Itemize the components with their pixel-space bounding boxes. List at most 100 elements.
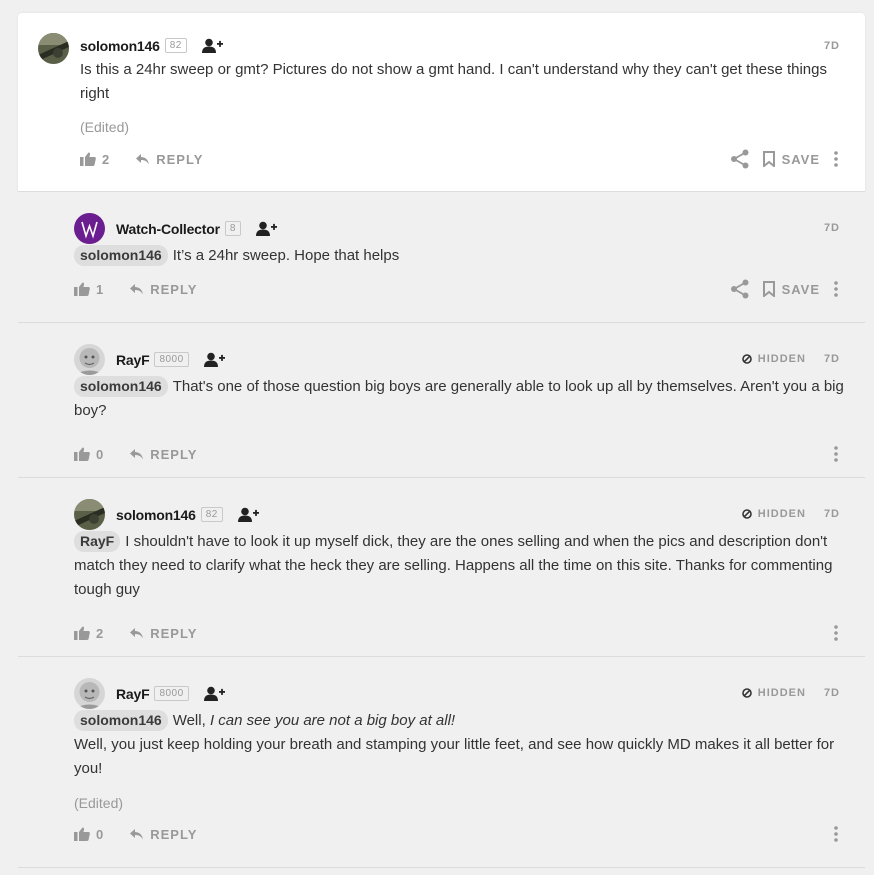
comment-actions: 2 REPLY bbox=[80, 149, 203, 169]
username[interactable]: RayF bbox=[116, 686, 150, 702]
mention-chip[interactable]: solomon146 bbox=[74, 245, 168, 266]
thumbs-up-icon bbox=[80, 152, 96, 166]
mention-chip[interactable]: solomon146 bbox=[74, 710, 168, 731]
hidden-badge: HIDDEN bbox=[741, 687, 806, 699]
comment-meta: HIDDEN 7D bbox=[741, 506, 840, 522]
comment: solomon146 82 7D Is this a 24hr sweep or… bbox=[18, 13, 865, 192]
like-button[interactable]: 1 bbox=[74, 282, 104, 297]
user-score-badge: 8000 bbox=[154, 352, 189, 367]
thumbs-up-icon bbox=[74, 827, 90, 841]
reply-button[interactable]: REPLY bbox=[130, 827, 197, 842]
username[interactable]: RayF bbox=[116, 352, 150, 368]
comment-text-line2: Well, you just keep holding your breath … bbox=[74, 736, 835, 777]
more-vertical-icon[interactable] bbox=[834, 446, 838, 462]
comment-text: I shouldn't have to look it up myself di… bbox=[74, 533, 833, 598]
reply-arrow-icon bbox=[136, 153, 150, 164]
comment-meta: HIDDEN 7D bbox=[741, 351, 840, 367]
username[interactable]: solomon146 bbox=[116, 507, 196, 523]
like-count: 2 bbox=[102, 151, 111, 167]
comment-text-prefix: Well, bbox=[172, 712, 210, 729]
edited-label: (Edited) bbox=[74, 795, 124, 811]
save-label: SAVE bbox=[781, 281, 820, 297]
avatar[interactable] bbox=[74, 499, 105, 530]
comment-actions: 2 REPLY bbox=[74, 623, 197, 643]
comment: solomon146 82 HIDDEN 7D RayF I shouldn't … bbox=[18, 478, 865, 657]
thumbs-up-icon bbox=[74, 626, 90, 640]
like-button[interactable]: 2 bbox=[80, 152, 110, 167]
save-button[interactable]: SAVE bbox=[762, 151, 820, 167]
user-score-badge: 82 bbox=[200, 507, 223, 522]
comment-right-actions bbox=[834, 442, 838, 466]
comment-right-actions: SAVE bbox=[730, 147, 838, 171]
avatar[interactable] bbox=[38, 33, 69, 64]
more-vertical-icon[interactable] bbox=[834, 625, 838, 641]
bookmark-icon bbox=[762, 151, 775, 167]
comment-body: Is this a 24hr sweep or gmt? Pictures do… bbox=[80, 61, 827, 102]
reply-arrow-icon bbox=[130, 828, 144, 839]
avatar[interactable] bbox=[74, 344, 105, 375]
like-button[interactable]: 2 bbox=[74, 626, 104, 641]
thumbs-up-icon bbox=[74, 282, 90, 296]
user-score-badge: 8000 bbox=[154, 686, 189, 701]
reply-arrow-icon bbox=[130, 627, 144, 638]
comment-meta: 7D bbox=[824, 38, 840, 54]
username[interactable]: solomon146 bbox=[80, 38, 160, 54]
comment: Watch-Collector 8 7D solomon146 It’s a 24… bbox=[18, 192, 865, 323]
share-icon[interactable] bbox=[730, 279, 750, 299]
comment-header: Watch-Collector 8 bbox=[116, 213, 279, 244]
more-vertical-icon[interactable] bbox=[834, 281, 838, 297]
comment-body: solomon146 That's one of those question b… bbox=[74, 375, 844, 423]
reply-label: REPLY bbox=[156, 151, 204, 167]
like-button[interactable]: 0 bbox=[74, 447, 104, 462]
avatar[interactable] bbox=[74, 678, 105, 709]
more-vertical-icon[interactable] bbox=[834, 151, 838, 167]
timestamp: 7D bbox=[823, 40, 840, 52]
comment-meta: HIDDEN 7D bbox=[741, 685, 840, 701]
comment-header: RayF 8000 bbox=[116, 344, 227, 375]
hidden-badge: HIDDEN bbox=[741, 508, 806, 520]
mention-chip[interactable]: RayF bbox=[74, 531, 121, 552]
follow-user-icon[interactable] bbox=[237, 506, 261, 524]
reply-arrow-icon bbox=[130, 283, 144, 294]
comment-actions: 1 REPLY bbox=[74, 279, 197, 299]
more-vertical-icon[interactable] bbox=[834, 826, 838, 842]
comment: RayF 8000 HIDDEN 7D solomon146 Well, I ca… bbox=[18, 657, 865, 868]
comment-actions: 0 REPLY bbox=[74, 444, 197, 464]
hidden-icon bbox=[741, 509, 752, 519]
comment-header: solomon146 82 bbox=[116, 499, 261, 530]
mention-chip[interactable]: solomon146 bbox=[74, 376, 168, 397]
follow-user-icon[interactable] bbox=[203, 685, 227, 703]
like-count: 0 bbox=[96, 446, 105, 462]
reply-button[interactable]: REPLY bbox=[130, 626, 197, 641]
comment-right-actions bbox=[834, 621, 838, 645]
comment-body: RayF I shouldn't have to look it up mysel… bbox=[74, 530, 844, 602]
comment: RayF 8000 HIDDEN 7D solomon146 That's one… bbox=[18, 323, 865, 478]
hidden-icon bbox=[741, 688, 752, 698]
comment-text: It’s a 24hr sweep. Hope that helps bbox=[172, 247, 400, 264]
like-count: 1 bbox=[96, 281, 105, 297]
reply-button[interactable]: REPLY bbox=[136, 152, 203, 167]
username[interactable]: Watch-Collector bbox=[116, 221, 220, 237]
comment-text-italic: I can see you are not a big boy at all! bbox=[209, 712, 456, 729]
reply-arrow-icon bbox=[130, 448, 144, 459]
comment-text: That's one of those question big boys ar… bbox=[74, 378, 844, 419]
comment-header: RayF 8000 bbox=[116, 678, 227, 709]
avatar[interactable] bbox=[74, 213, 105, 244]
comment-meta: 7D bbox=[824, 220, 840, 236]
share-icon[interactable] bbox=[730, 149, 750, 169]
comment-thread: solomon146 82 7D Is this a 24hr sweep or… bbox=[18, 13, 865, 868]
follow-user-icon[interactable] bbox=[255, 220, 279, 238]
reply-label: REPLY bbox=[150, 281, 198, 297]
follow-user-icon[interactable] bbox=[203, 351, 227, 369]
comment-header: solomon146 82 bbox=[80, 30, 225, 61]
like-button[interactable]: 0 bbox=[74, 827, 104, 842]
reply-button[interactable]: REPLY bbox=[130, 282, 197, 297]
hidden-label: HIDDEN bbox=[757, 687, 806, 699]
reply-button[interactable]: REPLY bbox=[130, 447, 197, 462]
comment-body: solomon146 Well, I can see you are not a … bbox=[74, 709, 844, 781]
follow-user-icon[interactable] bbox=[201, 37, 225, 55]
like-count: 2 bbox=[96, 625, 105, 641]
timestamp: 7D bbox=[823, 508, 840, 520]
reply-label: REPLY bbox=[150, 826, 198, 842]
save-button[interactable]: SAVE bbox=[762, 281, 820, 297]
